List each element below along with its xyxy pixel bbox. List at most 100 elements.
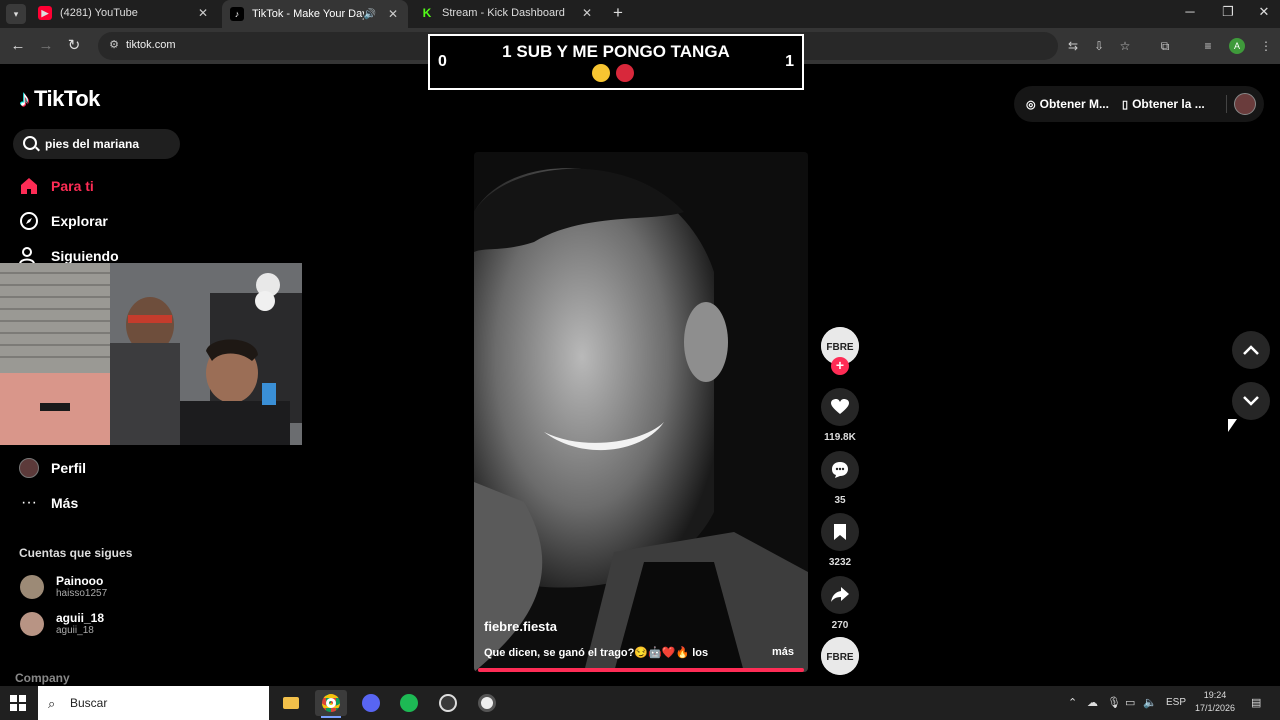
follow-plus-button[interactable]: + <box>831 357 849 375</box>
tab-youtube[interactable]: ▶ (4281) YouTube ✕ <box>30 0 218 26</box>
stream-goal-overlay: 1 SUB Y ME PONGO TANGA 0 1 <box>428 34 804 90</box>
chrome-icon[interactable] <box>315 690 347 718</box>
windows-start-icon[interactable] <box>10 695 26 711</box>
following-account[interactable]: aguii_18 aguii_18 <box>20 610 104 638</box>
file-explorer-icon[interactable] <box>275 690 307 716</box>
new-tab-button[interactable]: + <box>608 3 628 23</box>
search-value: pies del mariana <box>45 137 140 151</box>
speaker-icon[interactable]: 🔊 <box>364 9 376 20</box>
close-icon[interactable]: ✕ <box>386 7 400 21</box>
app-icon[interactable] <box>471 690 503 716</box>
language-indicator[interactable]: ESP <box>1166 697 1186 708</box>
divider <box>1226 95 1227 113</box>
nav-item-mas[interactable]: ··· Más <box>18 491 78 515</box>
url-text: tiktok.com <box>126 39 176 51</box>
close-icon[interactable]: ✕ <box>196 6 210 20</box>
save-action[interactable]: 3232 <box>821 513 859 568</box>
clock-time: 19:24 <box>1203 690 1227 700</box>
save-count: 3232 <box>828 557 852 568</box>
tiktok-icon: ♪ <box>230 7 244 21</box>
compass-icon <box>18 210 40 232</box>
share-count: 270 <box>831 620 849 631</box>
video-author[interactable]: fiebre.fiesta <box>484 619 557 634</box>
share-icon <box>821 576 859 614</box>
translate-icon[interactable]: ⇆ <box>1065 38 1081 54</box>
previous-video-button[interactable] <box>1232 331 1270 369</box>
svg-text:FBRE: FBRE <box>826 652 854 663</box>
chevron-up-icon[interactable]: ⌃ <box>1068 696 1077 709</box>
following-section-title: Cuentas que sigues <box>19 546 133 560</box>
bookmark-icon <box>821 513 859 551</box>
taskbar-search[interactable]: ⌕ Buscar <box>38 686 269 720</box>
user-avatar[interactable] <box>1234 93 1256 115</box>
brand-name: TikTok <box>34 86 100 111</box>
site-info-icon[interactable]: ⚙ <box>106 38 122 54</box>
company-link[interactable]: Company <box>15 671 70 685</box>
nav-item-perfil[interactable]: Perfil <box>18 456 86 480</box>
tab-kick[interactable]: K Stream - Kick Dashboard ✕ <box>412 0 602 26</box>
arrow-right-icon: → <box>38 37 54 54</box>
chevron-down-icon: ▾ <box>13 8 19 19</box>
nav-item-para-ti[interactable]: Para ti <box>18 174 94 198</box>
menu-icon[interactable]: ⋮ <box>1258 38 1274 54</box>
tiktok-logo[interactable]: ♪ TikTok <box>19 86 100 112</box>
obs-icon[interactable] <box>432 690 464 716</box>
share-action[interactable]: 270 <box>821 576 859 631</box>
network-icon[interactable]: ▭ <box>1125 696 1135 709</box>
extensions-icon[interactable]: ⧉ <box>1157 38 1173 54</box>
chevron-down-icon <box>1243 396 1259 406</box>
comment-action[interactable]: 35 <box>821 451 859 506</box>
more-icon: ··· <box>21 494 37 511</box>
close-window-button[interactable]: ✕ <box>1246 0 1280 26</box>
nav-label: Para ti <box>51 178 94 194</box>
tab-bar: ▾ ▶ (4281) YouTube ✕ ♪ TikTok - Make You… <box>0 0 1280 28</box>
get-coins-label: Obtener M... <box>1039 97 1109 111</box>
account-handle: aguii_18 <box>56 625 94 636</box>
kick-icon: K <box>420 6 434 20</box>
coin-icon: ◎ <box>1026 98 1036 111</box>
get-app-button[interactable]: ▯ Obtener la ... <box>1122 97 1205 111</box>
nav-item-explorar[interactable]: Explorar <box>18 209 108 233</box>
overlay-current-count: 0 <box>438 53 447 70</box>
back-button[interactable]: ← <box>8 36 28 56</box>
video-progress-bar[interactable] <box>478 668 804 672</box>
reload-icon: ↻ <box>67 37 81 54</box>
tab-tiktok[interactable]: ♪ TikTok - Make Your Day 🔊 ✕ <box>222 0 408 28</box>
comment-icon <box>821 451 859 489</box>
system-clock[interactable]: 19:24 17/1/2026 <box>1194 689 1236 715</box>
profile-avatar[interactable]: A <box>1229 38 1245 54</box>
notifications-icon[interactable]: ▤ <box>1251 696 1261 709</box>
forward-button[interactable]: → <box>36 36 56 56</box>
tab-search-button[interactable]: ▾ <box>6 4 26 24</box>
discord-icon[interactable] <box>355 690 387 716</box>
like-action[interactable]: 119.8K <box>821 388 859 443</box>
reload-button[interactable]: ↻ <box>64 36 84 56</box>
clock-date: 17/1/2026 <box>1194 703 1236 713</box>
video-player[interactable] <box>474 152 808 672</box>
microphone-icon[interactable]: 🎙 <box>1107 696 1121 709</box>
media-control-icon[interactable]: ≡ <box>1200 38 1216 54</box>
nav-label: Perfil <box>51 460 87 476</box>
following-account[interactable]: Painooo haisso1257 <box>20 573 107 601</box>
mouse-cursor <box>1228 419 1237 432</box>
restore-button[interactable]: ❐ <box>1210 0 1246 26</box>
avatar <box>20 612 44 636</box>
tab-title: TikTok - Make Your Day <box>252 8 364 20</box>
overlay-goal-count: 1 <box>785 53 794 70</box>
spotify-icon[interactable] <box>393 690 425 716</box>
nav-label: Explorar <box>51 213 108 229</box>
minimize-button[interactable]: ─ <box>1172 0 1208 26</box>
get-coins-button[interactable]: ◎ Obtener M... <box>1026 97 1109 111</box>
caption-more-button[interactable]: más <box>772 646 794 658</box>
music-disc[interactable]: FBRE <box>821 637 859 675</box>
search-input[interactable]: pies del mariana <box>13 129 180 159</box>
tray-app-icon[interactable]: ☁ <box>1087 696 1098 709</box>
install-app-icon[interactable]: ⇩ <box>1091 38 1107 54</box>
volume-icon[interactable]: 🔈 <box>1143 696 1157 709</box>
next-video-button[interactable] <box>1232 382 1270 420</box>
like-count: 119.8K <box>824 432 856 443</box>
profile-icon <box>18 457 40 479</box>
bookmark-star-icon[interactable]: ☆ <box>1117 38 1133 54</box>
comment-count: 35 <box>834 495 846 506</box>
close-icon[interactable]: ✕ <box>580 6 594 20</box>
